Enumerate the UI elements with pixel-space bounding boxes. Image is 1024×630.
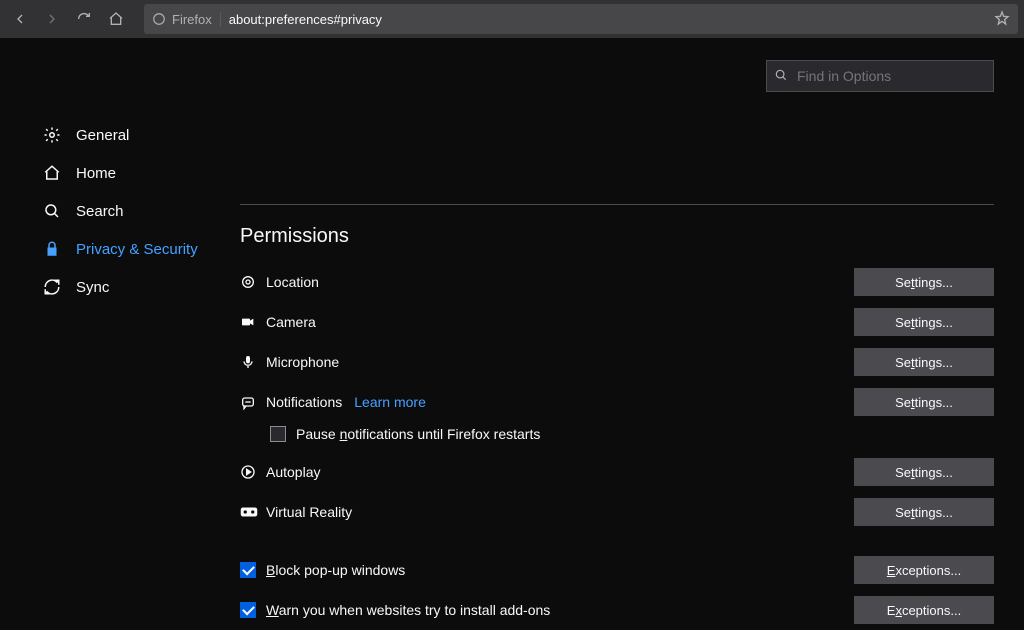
pause-notifications-label: Pause notifications until Firefox restar… [296,426,540,442]
autoplay-settings-button[interactable]: Settings... [854,458,994,486]
pause-notifications-checkbox[interactable] [270,426,286,442]
sidebar-item-general[interactable]: General [0,116,240,154]
location-settings-button[interactable]: Settings... [854,268,994,296]
sidebar-item-sync[interactable]: Sync [0,268,240,306]
sidebar-item-label: General [76,127,129,144]
block-popups-label: Block pop-up windows [266,562,405,578]
main-area: General Home Search Privacy & Security S… [0,38,1024,580]
autoplay-icon [240,464,266,480]
firefox-icon [152,12,166,26]
camera-settings-button[interactable]: Settings... [854,308,994,336]
permission-row-camera: Camera Settings... [240,302,994,342]
location-icon [240,274,266,290]
notifications-settings-button[interactable]: Settings... [854,388,994,416]
sidebar-item-label: Search [76,203,124,220]
section-title: Permissions [240,225,994,248]
bookmark-star-icon[interactable] [994,10,1010,29]
prev-section-links [240,154,994,174]
vr-icon [240,504,266,520]
permission-row-microphone: Microphone Settings... [240,342,994,382]
warn-addons-exceptions-button[interactable]: Exceptions... [854,596,994,624]
warn-addons-checkbox[interactable] [240,602,256,618]
notifications-icon [240,394,266,410]
permission-label: Virtual Reality [266,504,352,520]
gear-icon [42,126,62,144]
permission-row-notifications: Notifications Learn more Settings... [240,382,994,422]
identity-label: Firefox [172,12,212,27]
reload-button[interactable] [70,5,98,33]
vr-settings-button[interactable]: Settings... [854,498,994,526]
permission-label: Autoplay [266,464,320,480]
microphone-settings-button[interactable]: Settings... [854,348,994,376]
microphone-icon [240,354,266,370]
permission-label: Camera [266,314,316,330]
url-bar[interactable]: Firefox about:preferences#privacy [144,4,1018,34]
search-icon [42,202,62,220]
sidebar-item-label: Home [76,165,116,182]
permission-label: Notifications [266,394,342,410]
forward-button[interactable] [38,5,66,33]
back-button[interactable] [6,5,34,33]
home-icon [42,164,62,182]
permission-label: Microphone [266,354,339,370]
block-popups-row: Block pop-up windows Exceptions... [240,550,994,590]
lock-icon [42,240,62,258]
permission-row-autoplay: Autoplay Settings... [240,452,994,492]
sidebar-item-search[interactable]: Search [0,192,240,230]
identity-box: Firefox [152,12,221,27]
search-in-options [766,60,994,92]
warn-addons-row: Warn you when websites try to install ad… [240,590,994,630]
sidebar-item-label: Privacy & Security [76,241,198,258]
content-area: Permissions Location Settings... Camera … [240,38,1024,580]
sidebar-item-label: Sync [76,279,109,296]
home-button[interactable] [102,5,130,33]
permission-row-location: Location Settings... [240,262,994,302]
permission-row-vr: Virtual Reality Settings... [240,492,994,532]
sidebar-item-home[interactable]: Home [0,154,240,192]
camera-icon [240,314,266,330]
sidebar: General Home Search Privacy & Security S… [0,38,240,580]
search-icon [774,68,788,85]
url-text: about:preferences#privacy [229,12,382,27]
sidebar-item-privacy[interactable]: Privacy & Security [0,230,240,268]
pause-notifications-row: Pause notifications until Firefox restar… [240,422,994,452]
search-input[interactable] [766,60,994,92]
browser-toolbar: Firefox about:preferences#privacy [0,0,1024,38]
warn-addons-label: Warn you when websites try to install ad… [266,602,550,618]
permission-label: Location [266,274,319,290]
divider [240,204,994,205]
notifications-learn-more-link[interactable]: Learn more [354,394,426,410]
block-popups-checkbox[interactable] [240,562,256,578]
sync-icon [42,278,62,296]
